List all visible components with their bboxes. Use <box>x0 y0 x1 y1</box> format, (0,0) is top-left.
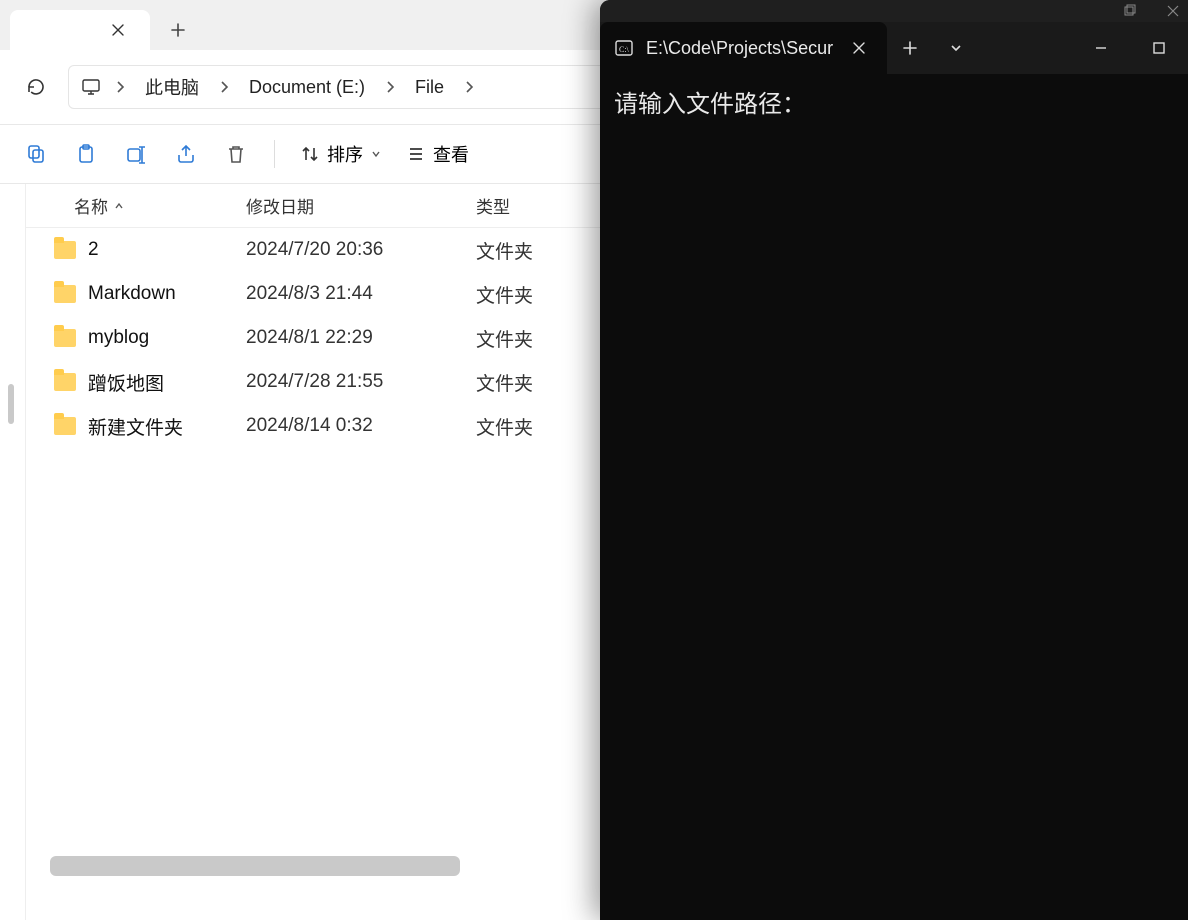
monitor-icon <box>81 77 101 97</box>
chevron-right-icon[interactable] <box>379 80 401 94</box>
rename-icon <box>125 143 147 165</box>
copy-button[interactable] <box>14 132 58 176</box>
close-icon <box>853 42 865 54</box>
terminal-bg-titlebar <box>600 0 1188 22</box>
file-date: 2024/7/20 20:36 <box>246 239 476 261</box>
new-tab-button[interactable] <box>158 10 198 50</box>
column-header-name-label: 名称 <box>74 193 108 218</box>
file-name: Markdown <box>88 283 176 305</box>
list-icon <box>407 145 425 163</box>
sort-asc-icon <box>114 201 124 211</box>
refresh-button[interactable] <box>14 65 58 109</box>
trash-icon <box>225 143 247 165</box>
terminal-tab-title: E:\Code\Projects\Secur <box>646 38 833 59</box>
folder-icon <box>54 329 76 347</box>
chevron-right-icon[interactable] <box>213 80 235 94</box>
close-icon <box>1166 4 1180 18</box>
delete-button[interactable] <box>214 132 258 176</box>
horizontal-scrollbar-thumb[interactable] <box>50 856 460 876</box>
terminal-window-controls <box>1072 25 1188 71</box>
column-header-name[interactable]: 名称 <box>26 193 246 218</box>
plus-icon <box>171 23 185 37</box>
terminal-content[interactable]: 请输入文件路径： <box>600 74 1188 920</box>
folder-icon <box>54 241 76 259</box>
terminal-tab-close-button[interactable] <box>845 34 873 62</box>
terminal-window: C:\ E:\Code\Projects\Secur 请输入文件路径： <box>600 0 1188 920</box>
file-name: 2 <box>88 239 99 261</box>
file-type: 文件夹 <box>476 281 616 308</box>
breadcrumb-this-pc[interactable]: 此电脑 <box>139 70 205 104</box>
folder-icon <box>54 373 76 391</box>
folder-icon <box>54 285 76 303</box>
folder-icon <box>54 417 76 435</box>
sort-button[interactable]: 排序 <box>291 135 391 173</box>
view-label: 查看 <box>433 141 469 167</box>
file-date: 2024/8/1 22:29 <box>246 327 476 349</box>
plus-icon <box>903 41 917 55</box>
file-date: 2024/8/14 0:32 <box>246 415 476 437</box>
view-button[interactable]: 查看 <box>397 135 479 173</box>
copy-icon <box>25 143 47 165</box>
file-date: 2024/7/28 21:55 <box>246 371 476 393</box>
terminal-tab-bar: C:\ E:\Code\Projects\Secur <box>600 22 1188 74</box>
restore-icon <box>1122 4 1136 18</box>
toolbar-divider <box>274 140 275 168</box>
breadcrumb-drive[interactable]: Document (E:) <box>243 73 371 102</box>
svg-text:C:\: C:\ <box>619 45 630 54</box>
rename-button[interactable] <box>114 132 158 176</box>
refresh-icon <box>26 77 46 97</box>
close-tab-button[interactable] <box>104 16 132 44</box>
file-name: 新建文件夹 <box>88 413 183 440</box>
file-type: 文件夹 <box>476 413 616 440</box>
file-type: 文件夹 <box>476 237 616 264</box>
paste-button[interactable] <box>64 132 108 176</box>
minimize-button[interactable] <box>1072 25 1130 71</box>
sort-label: 排序 <box>327 141 363 167</box>
chevron-right-icon[interactable] <box>109 80 131 94</box>
chevron-right-icon[interactable] <box>458 80 480 94</box>
terminal-tab[interactable]: C:\ E:\Code\Projects\Secur <box>600 22 887 74</box>
terminal-prompt-text: 请输入文件路径： <box>614 90 806 118</box>
cmd-icon: C:\ <box>614 38 634 58</box>
file-name: 蹭饭地图 <box>88 369 164 396</box>
column-header-date[interactable]: 修改日期 <box>246 193 476 218</box>
terminal-new-tab-button[interactable] <box>887 25 933 71</box>
chevron-down-icon <box>950 42 962 54</box>
share-button[interactable] <box>164 132 208 176</box>
explorer-tab[interactable] <box>10 10 150 50</box>
breadcrumb-folder[interactable]: File <box>409 73 450 102</box>
file-type: 文件夹 <box>476 369 616 396</box>
sort-icon <box>301 145 319 163</box>
clipboard-icon <box>75 143 97 165</box>
file-type: 文件夹 <box>476 325 616 352</box>
terminal-profile-dropdown[interactable] <box>933 25 979 71</box>
close-icon <box>112 24 124 36</box>
maximize-icon <box>1152 41 1166 55</box>
column-header-type[interactable]: 类型 <box>476 193 616 218</box>
nav-scroll-marker[interactable] <box>8 384 14 424</box>
share-icon <box>175 143 197 165</box>
minimize-icon <box>1094 41 1108 55</box>
file-name: myblog <box>88 327 149 349</box>
nav-gutter <box>0 184 26 920</box>
file-date: 2024/8/3 21:44 <box>246 283 476 305</box>
maximize-button[interactable] <box>1130 25 1188 71</box>
chevron-down-icon <box>371 149 381 159</box>
